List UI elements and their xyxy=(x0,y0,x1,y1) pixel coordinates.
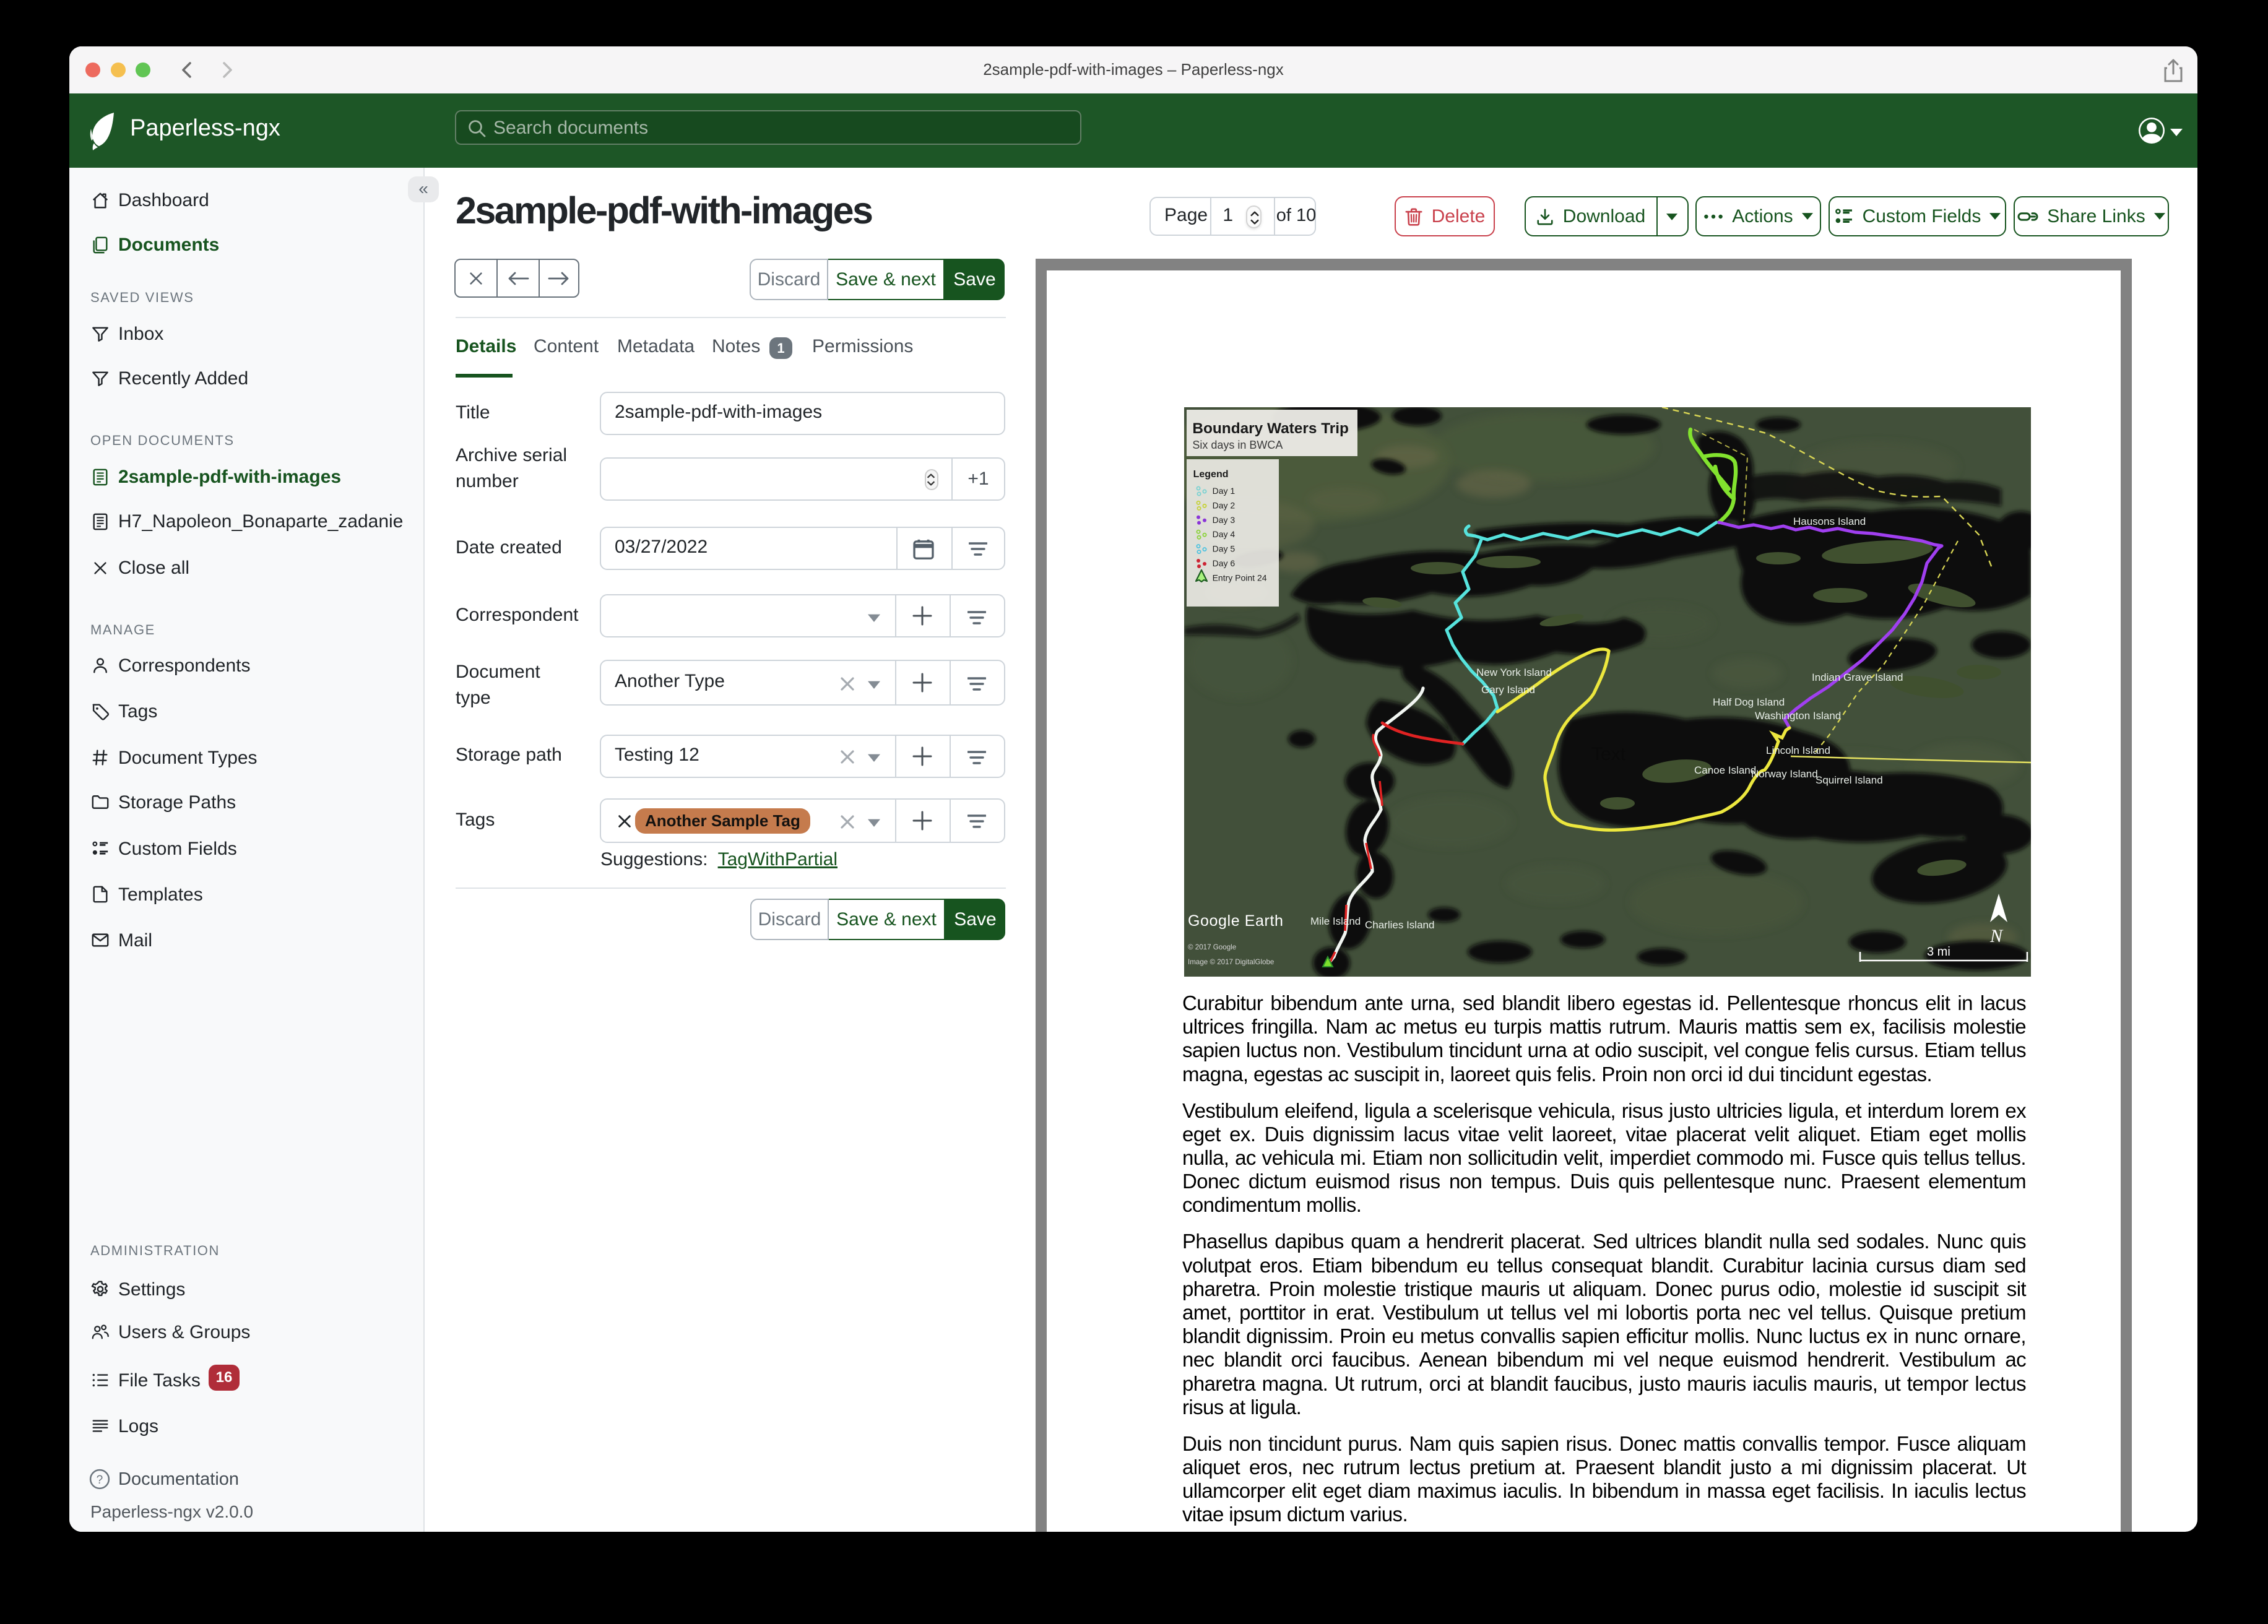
svg-text:Day 2: Day 2 xyxy=(1213,500,1236,510)
svg-text:New York Island: New York Island xyxy=(1476,667,1552,678)
svg-text:Legend: Legend xyxy=(1193,469,1229,480)
svg-text:Mile Island: Mile Island xyxy=(1310,915,1361,927)
svg-text:Hausons Island: Hausons Island xyxy=(1793,516,1866,527)
svg-text:Lincoln Island: Lincoln Island xyxy=(1766,745,1830,756)
svg-text:Day 4: Day 4 xyxy=(1213,529,1236,539)
svg-text:Entry Point 24: Entry Point 24 xyxy=(1213,572,1267,582)
svg-text:Image © 2017 DigitalGlobe: Image © 2017 DigitalGlobe xyxy=(1188,958,1274,966)
svg-text:Day 1: Day 1 xyxy=(1213,486,1236,496)
svg-text:Boundary Waters Trip: Boundary Waters Trip xyxy=(1192,420,1349,437)
svg-text:Squirrel Island: Squirrel Island xyxy=(1816,774,1883,786)
svg-text:3 mi: 3 mi xyxy=(1927,945,1950,959)
svg-text:Day 6: Day 6 xyxy=(1213,558,1236,568)
svg-text:Gary Island: Gary Island xyxy=(1481,684,1535,696)
svg-text:N: N xyxy=(1989,926,2004,946)
svg-text:Six days in BWCA: Six days in BWCA xyxy=(1192,439,1283,451)
svg-text:Norway Island: Norway Island xyxy=(1751,768,1818,780)
svg-text:© 2017 Google: © 2017 Google xyxy=(1188,943,1236,951)
svg-text:Half Dog Island: Half Dog Island xyxy=(1713,696,1785,708)
svg-text:Canoe Island: Canoe Island xyxy=(1694,764,1756,776)
svg-text:Washington Island: Washington Island xyxy=(1755,710,1841,722)
svg-text:Text: Text xyxy=(1591,744,1626,764)
svg-text:?: ? xyxy=(97,1474,103,1487)
svg-text:Day 5: Day 5 xyxy=(1213,544,1236,554)
svg-text:Day 3: Day 3 xyxy=(1213,515,1236,525)
svg-text:Charlies Island: Charlies Island xyxy=(1365,919,1434,931)
svg-text:Indian Grave Island: Indian Grave Island xyxy=(1812,672,1903,683)
svg-text:Google Earth: Google Earth xyxy=(1188,912,1284,930)
